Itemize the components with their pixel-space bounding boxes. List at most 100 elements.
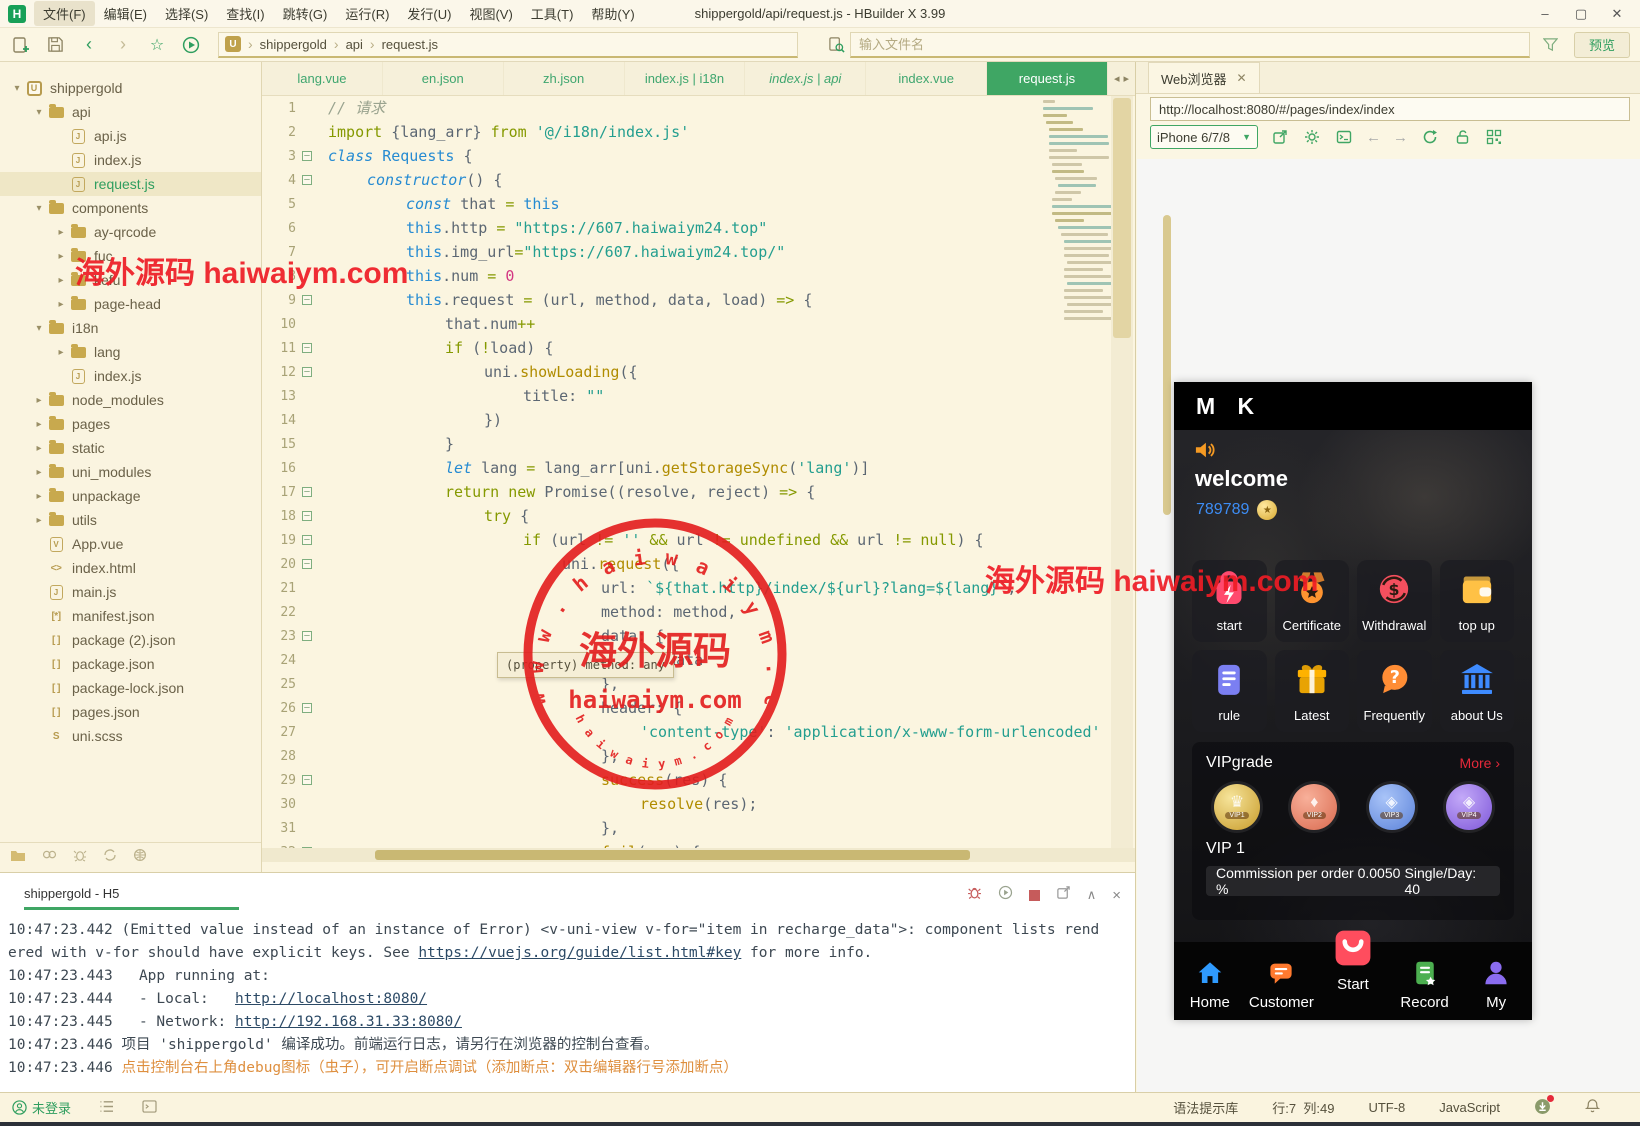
filter-icon[interactable] (1538, 33, 1564, 57)
tree-item-ay-qrcode[interactable]: ▸ ay-qrcode (0, 220, 261, 244)
extensions-panel-icon[interactable] (133, 848, 147, 867)
tree-chevron-icon[interactable]: ▸ (54, 347, 68, 358)
line-number[interactable]: 18 (262, 504, 296, 528)
line-number[interactable]: 6 (262, 216, 296, 240)
tree-item-uni-modules[interactable]: ▸ uni_modules (0, 460, 261, 484)
fold-icon[interactable]: – (302, 703, 312, 713)
tree-item-app-vue[interactable]: V App.vue (0, 532, 261, 556)
tree-chevron-icon[interactable]: ▸ (54, 275, 68, 286)
line-number[interactable]: 22 (262, 600, 296, 624)
tab-scroll-left-icon[interactable]: ◂ (1114, 72, 1120, 85)
find-panel-icon[interactable] (42, 849, 57, 867)
fold-marker[interactable]: – (296, 840, 318, 848)
tree-chevron-icon[interactable]: ▸ (32, 491, 46, 502)
encoding-label[interactable]: UTF-8 (1368, 1100, 1405, 1115)
menu-item-5[interactable]: 运行(R) (336, 1, 398, 26)
line-number[interactable]: 24 (262, 648, 296, 672)
tree-item-pages-json[interactable]: [ ] pages.json (0, 700, 261, 724)
breadcrumb-folder[interactable]: api (346, 37, 363, 52)
editor-tab-en-json[interactable]: en.json (383, 62, 504, 95)
minimize-button[interactable]: – (1530, 4, 1560, 24)
grid-item-top-up[interactable]: top up (1439, 560, 1514, 642)
fold-marker[interactable]: – (296, 552, 318, 576)
close-tab-icon[interactable]: ✕ (1237, 71, 1247, 85)
line-number[interactable]: 28 (262, 744, 296, 768)
breadcrumb-file[interactable]: request.js (382, 37, 438, 52)
tree-item-api[interactable]: ▾ api (0, 100, 261, 124)
tree-chevron-icon[interactable]: ▸ (32, 515, 46, 526)
unlock-icon[interactable] (1452, 127, 1472, 147)
fold-icon[interactable]: – (302, 175, 312, 185)
tree-chevron-icon[interactable]: ▸ (54, 251, 68, 262)
tree-item-api-js[interactable]: Japi.js (0, 124, 261, 148)
line-number[interactable]: 14 (262, 408, 296, 432)
line-number[interactable]: 23 (262, 624, 296, 648)
fold-icon[interactable]: – (302, 535, 312, 545)
restart-icon[interactable] (998, 885, 1013, 905)
web-browser-tab[interactable]: Web浏览器 ✕ (1148, 62, 1260, 93)
grid-item-about-us[interactable]: about Us (1439, 650, 1514, 732)
refresh-icon[interactable] (1420, 127, 1440, 147)
line-number[interactable]: 32 (262, 840, 296, 848)
console-link[interactable]: https://vuejs.org/guide/list.html#key (418, 945, 741, 961)
fold-marker[interactable]: – (296, 696, 318, 720)
line-number[interactable]: 30 (262, 792, 296, 816)
close-panel-icon[interactable]: × (1112, 887, 1121, 904)
close-button[interactable]: ✕ (1602, 4, 1632, 24)
fold-icon[interactable]: – (302, 559, 312, 569)
line-number[interactable]: 17 (262, 480, 296, 504)
open-external-icon[interactable] (1270, 127, 1290, 147)
run-icon[interactable] (178, 33, 204, 57)
fold-icon[interactable]: – (302, 775, 312, 785)
breadcrumb-project[interactable]: shippergold (260, 37, 327, 52)
tree-item-package-lock-json[interactable]: [ ] package-lock.json (0, 676, 261, 700)
qrcode-icon[interactable] (1484, 127, 1504, 147)
fold-marker[interactable]: – (296, 480, 318, 504)
fold-marker[interactable]: – (296, 528, 318, 552)
vip-badge-vip1[interactable]: ♛ VIP1 (1214, 784, 1260, 830)
fold-icon[interactable]: – (302, 151, 312, 161)
console-terminal-icon[interactable] (1334, 127, 1354, 147)
line-number[interactable]: 10 (262, 312, 296, 336)
open-new-window-icon[interactable] (1056, 885, 1071, 905)
fold-icon[interactable]: – (302, 295, 312, 305)
bell-icon[interactable] (1584, 1098, 1601, 1117)
tree-item-package--2--json[interactable]: [ ] package (2).json (0, 628, 261, 652)
files-panel-icon[interactable] (10, 849, 26, 867)
tree-chevron-icon[interactable]: ▾ (32, 107, 46, 118)
fold-marker[interactable]: – (296, 168, 318, 192)
menu-item-1[interactable]: 编辑(E) (95, 1, 156, 26)
language-label[interactable]: JavaScript (1439, 1100, 1500, 1115)
tab-scroll-right-icon[interactable]: ▸ (1123, 72, 1129, 85)
editor-tab-index-vue[interactable]: index.vue (866, 62, 988, 95)
maximize-button[interactable]: ▢ (1566, 4, 1596, 24)
login-status[interactable]: 未登录 (12, 1098, 71, 1117)
editor-tab-index-js---i18n[interactable]: index.js | i18n (625, 62, 746, 95)
update-download-icon[interactable] (1534, 1094, 1554, 1118)
editor-tab-zh-json[interactable]: zh.json (504, 62, 625, 95)
browser-forward-icon[interactable]: → (1393, 129, 1408, 146)
scrollbar-thumb[interactable] (1113, 98, 1131, 338)
cursor-position[interactable]: 行:7 列:49 (1272, 1098, 1334, 1117)
editor-horizontal-scrollbar[interactable] (262, 848, 1135, 862)
line-number[interactable]: 27 (262, 720, 296, 744)
outline-list-icon[interactable] (99, 1100, 114, 1116)
tree-chevron-icon[interactable]: ▾ (32, 203, 46, 214)
line-number[interactable]: 1 (262, 96, 296, 120)
fold-icon[interactable]: – (302, 487, 312, 497)
menu-item-3[interactable]: 查找(I) (217, 1, 273, 26)
line-number[interactable]: 15 (262, 432, 296, 456)
console-tab[interactable]: shippergold - H5 (24, 886, 240, 910)
tree-item-shippergold[interactable]: ▾ Ushippergold (0, 76, 261, 100)
debug-bug-icon[interactable] (967, 885, 982, 905)
tree-chevron-icon[interactable]: ▾ (10, 83, 24, 94)
fold-marker[interactable]: – (296, 360, 318, 384)
debug-panel-icon[interactable] (73, 848, 87, 867)
vip-badge-vip3[interactable]: ◈ VIP3 (1368, 784, 1415, 830)
editor-vertical-scrollbar[interactable] (1111, 96, 1133, 848)
tree-item-utils[interactable]: ▸ utils (0, 508, 261, 532)
tree-item-index-js[interactable]: Jindex.js (0, 364, 261, 388)
tree-item-index-js[interactable]: Jindex.js (0, 148, 261, 172)
tree-chevron-icon[interactable]: ▾ (32, 323, 46, 334)
editor-tab-index-js---api[interactable]: index.js | api (745, 62, 867, 95)
